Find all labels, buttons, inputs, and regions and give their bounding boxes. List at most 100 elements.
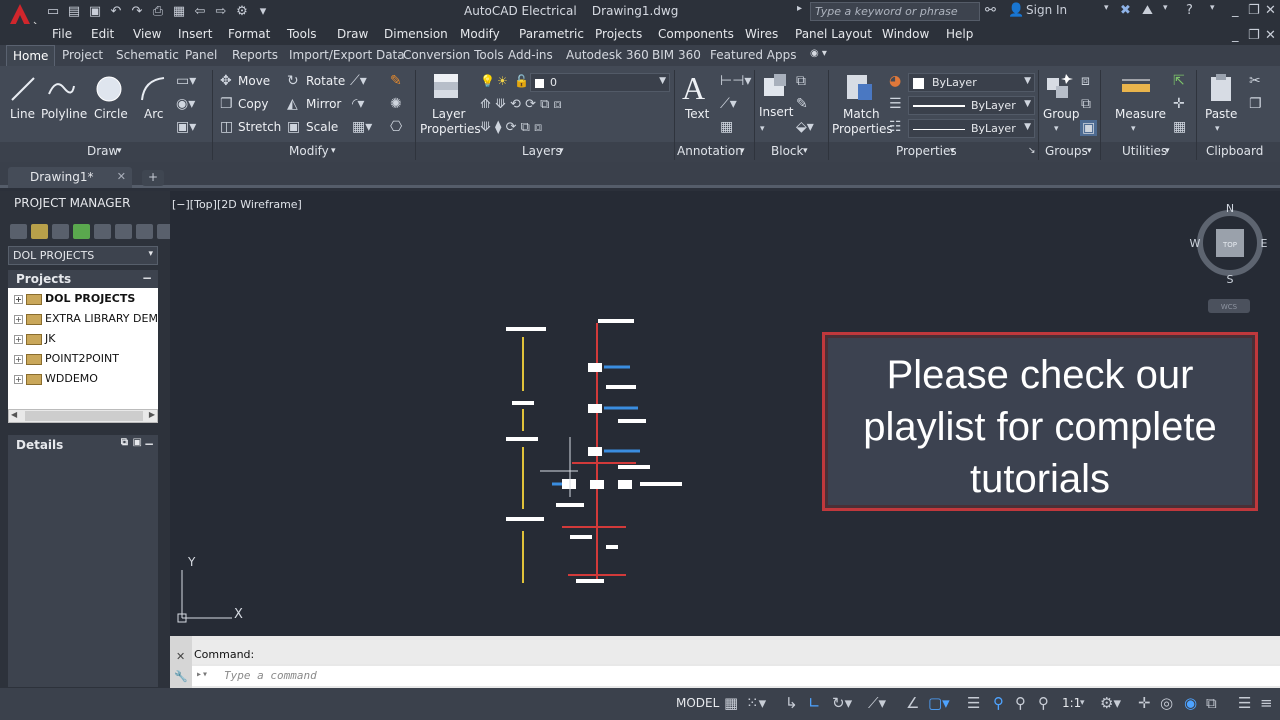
a360-dropdown-icon[interactable]: ▾ xyxy=(1163,3,1168,13)
menu-file[interactable]: File xyxy=(52,27,72,41)
tab-conversion-tools[interactable]: Conversion Tools xyxy=(403,48,504,62)
tree-horizontal-scrollbar[interactable]: ◀ ▶ xyxy=(8,409,158,423)
viewcube[interactable]: TOP N S W E WCS xyxy=(1188,199,1276,319)
expand-icon[interactable]: + xyxy=(14,354,23,364)
menu-dimension[interactable]: Dimension xyxy=(384,27,448,41)
edit-block-icon[interactable]: ✎ xyxy=(796,97,808,111)
polar-icon[interactable]: ↻▾ xyxy=(832,694,852,712)
arc-button[interactable]: Arc xyxy=(144,107,163,121)
group-button[interactable]: Group xyxy=(1043,107,1080,121)
menu-panel-layout[interactable]: Panel Layout xyxy=(795,27,872,41)
rotate-icon[interactable]: ↻ xyxy=(287,74,299,88)
tab-featured-apps[interactable]: Featured Apps xyxy=(710,48,796,62)
layer-lock-icon[interactable]: 🔓 xyxy=(514,74,529,88)
sign-in-dropdown-icon[interactable]: ▾ xyxy=(1104,3,1109,13)
drawing-canvas[interactable]: [−][Top][2D Wireframe] TOP N S W E WCS Y… xyxy=(170,191,1280,636)
line-button[interactable]: Line xyxy=(10,107,35,121)
properties-panel-title[interactable]: Properties xyxy=(896,144,957,158)
layer-tool-1-icon[interactable]: ⟰ ⟱ ⟲ ⟳ ⧉ ⧈ xyxy=(480,98,562,112)
exchange-icon[interactable]: ✖ xyxy=(1120,3,1131,18)
new-tab-icon[interactable]: + xyxy=(142,170,164,186)
insert-dropdown-icon[interactable]: ▾ xyxy=(760,122,765,136)
mirror-button[interactable]: Mirror xyxy=(306,97,341,111)
block-attributes-icon[interactable]: ⬙▾ xyxy=(796,120,814,134)
help-icon[interactable]: ? xyxy=(1186,3,1193,18)
user-icon[interactable]: 👤 xyxy=(1008,3,1024,18)
scroll-thumb[interactable] xyxy=(25,411,143,421)
layer-tool-2-icon[interactable]: ⟱ ⧫ ⟳ ⧉ ⧈ xyxy=(480,121,542,135)
status-menu-icon[interactable]: ≡ xyxy=(1260,694,1273,712)
tab-import-export[interactable]: Import/Export Data xyxy=(289,48,405,62)
compass-east-label[interactable]: E xyxy=(1261,237,1268,250)
menu-help[interactable]: Help xyxy=(946,27,973,41)
modify-panel-title[interactable]: Modify xyxy=(289,144,329,158)
open-icon[interactable]: ▤ xyxy=(65,4,83,20)
point-icon[interactable]: ✛ xyxy=(1173,97,1185,111)
measure-icon[interactable] xyxy=(1120,76,1152,100)
menu-format[interactable]: Format xyxy=(228,27,270,41)
menu-projects[interactable]: Projects xyxy=(595,27,642,41)
hatch-icon[interactable]: ◉▾ xyxy=(176,97,195,111)
ungroup-icon[interactable]: ⧈ xyxy=(1081,74,1090,88)
binoculars-icon[interactable]: ⚯ xyxy=(985,3,996,18)
compass-north-label[interactable]: N xyxy=(1226,202,1234,215)
match-properties-label-1[interactable]: Match xyxy=(843,107,880,121)
viewport-controls[interactable]: [−][Top][2D Wireframe] xyxy=(172,198,302,211)
scale-dropdown-icon[interactable]: ▾ xyxy=(1080,698,1085,708)
projects-header[interactable]: Projects − xyxy=(8,270,158,288)
doc-restore-icon[interactable]: ❐ xyxy=(1248,28,1260,43)
menu-tools[interactable]: Tools xyxy=(287,27,317,41)
collapse-icon[interactable]: − xyxy=(144,437,154,451)
tree-item-wddemo[interactable]: + WDDEMO xyxy=(14,372,98,390)
text-icon[interactable]: A xyxy=(682,70,705,107)
forward-icon[interactable]: ⇨ xyxy=(212,4,230,20)
rectangle-icon[interactable]: ▭▾ xyxy=(176,74,196,88)
draw-panel-dropdown-icon[interactable]: ▾ xyxy=(117,146,122,156)
dimension-icon[interactable]: ⊢⊣▾ xyxy=(720,74,751,88)
print-preview-icon[interactable]: ▦ xyxy=(170,4,188,20)
expand-icon[interactable]: + xyxy=(14,334,23,344)
utilities-panel-title[interactable]: Utilities xyxy=(1122,144,1167,158)
back-icon[interactable]: ⇦ xyxy=(191,4,209,20)
expand-icon[interactable]: + xyxy=(14,314,23,324)
polyline-button[interactable]: Polyline xyxy=(41,107,87,121)
circle-icon[interactable] xyxy=(94,74,124,104)
lineweight-toggle-icon[interactable]: ☰ xyxy=(967,694,980,712)
doc-minimize-icon[interactable]: _ xyxy=(1232,28,1239,43)
groups-panel-dropdown-icon[interactable]: ▾ xyxy=(1087,146,1092,156)
save-icon[interactable]: ▣ xyxy=(86,4,104,20)
fillet-icon[interactable]: ◜▾ xyxy=(352,97,364,111)
line-icon[interactable] xyxy=(8,74,38,104)
refresh-icon[interactable] xyxy=(73,224,90,239)
describe-icon[interactable] xyxy=(136,224,153,239)
settings-icon[interactable]: ⚙ xyxy=(233,4,251,20)
menu-insert[interactable]: Insert xyxy=(178,27,212,41)
groups-panel-title[interactable]: Groups xyxy=(1045,144,1088,158)
doc-close-icon[interactable]: ✕ xyxy=(1265,28,1276,43)
project-dropdown[interactable]: DOL PROJECTS ▾ xyxy=(8,246,158,265)
lineweight-icon[interactable]: ☰ xyxy=(889,97,902,111)
copy-icon[interactable]: ❐ xyxy=(220,97,233,111)
region-icon[interactable]: ▣▾ xyxy=(176,120,196,134)
scale-icon[interactable]: ▣ xyxy=(287,120,300,134)
tab-add-ins[interactable]: Add-ins xyxy=(508,48,553,62)
annotation-visibility-icon[interactable]: ⚲ xyxy=(993,694,1004,712)
tab-schematic[interactable]: Schematic xyxy=(116,48,179,62)
paste-button[interactable]: Paste xyxy=(1205,107,1237,121)
sign-in-link[interactable]: Sign In xyxy=(1026,3,1067,17)
annotation-panel-dropdown-icon[interactable]: ▾ xyxy=(740,146,745,156)
draw-panel-title[interactable]: Draw xyxy=(87,144,118,158)
restore-icon[interactable]: ❐ xyxy=(1248,3,1260,18)
copy-clip-icon[interactable]: ❐ xyxy=(1249,97,1262,111)
tree-item-extra-library-demo[interactable]: + EXTRA LIBRARY DEMO xyxy=(14,312,158,330)
schematic-drawing[interactable] xyxy=(500,311,700,591)
stretch-button[interactable]: Stretch xyxy=(238,120,281,134)
properties-panel-dropdown-icon[interactable]: ▾ xyxy=(950,146,955,156)
workspace-gear-icon[interactable]: ⚙▾ xyxy=(1100,694,1121,712)
grid-icon[interactable]: ▦ xyxy=(724,694,738,712)
quick-select-icon[interactable]: ⇱ xyxy=(1173,74,1185,88)
cut-icon[interactable]: ✂ xyxy=(1249,74,1261,88)
utilities-panel-dropdown-icon[interactable]: ▾ xyxy=(1165,146,1170,156)
circle-button[interactable]: Circle xyxy=(94,107,128,121)
tab-autodesk-360[interactable]: Autodesk 360 xyxy=(566,48,649,62)
